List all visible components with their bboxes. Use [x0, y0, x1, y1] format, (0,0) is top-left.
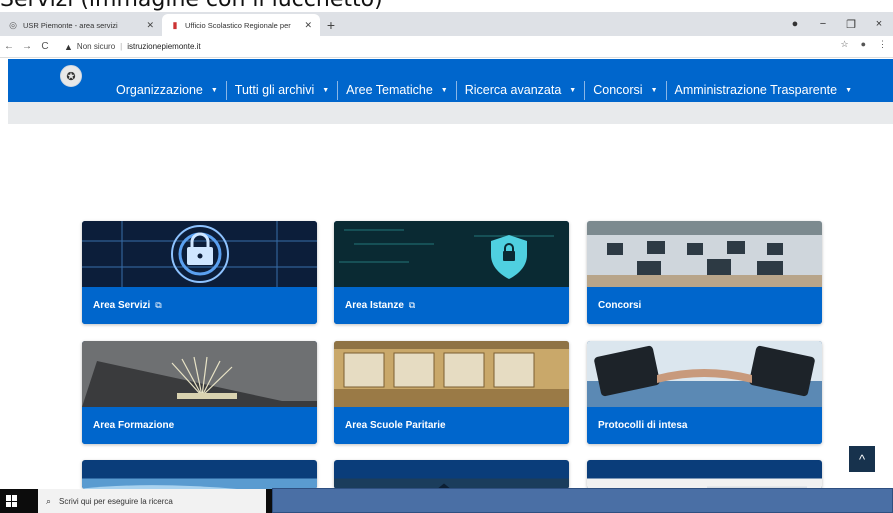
back-icon[interactable]: ← — [0, 41, 18, 52]
windows-start-icon[interactable] — [6, 495, 18, 507]
tile-area-scuole-paritarie[interactable]: Area Scuole Paritarie — [334, 341, 569, 444]
computer-lab-image — [587, 221, 822, 287]
menu-item-aree-tematiche[interactable]: Aree Tematiche ▼ — [338, 80, 457, 100]
browser-tab-bar: ◎ USR Piemonte - area servizi ✕ ▮ Uffici… — [0, 12, 893, 36]
external-link-icon: ⧉ — [408, 300, 416, 310]
tab-title: USR Piemonte - area servizi — [23, 20, 118, 30]
tile-label: Area Istanze — [345, 300, 404, 311]
star-icon[interactable]: ☆ — [840, 39, 848, 50]
chevron-down-icon: ▼ — [845, 86, 853, 94]
globe-icon: ◎ — [9, 20, 17, 30]
search-placeholder: Scrivi qui per eseguire la ricerca — [59, 496, 173, 506]
tile-area-istanze[interactable]: Area Istanze ⧉ — [334, 221, 569, 324]
reload-icon[interactable]: C — [36, 41, 54, 52]
browser-tab-1[interactable]: ◎ USR Piemonte - area servizi ✕ — [0, 14, 162, 36]
menu-label: Organizzazione — [116, 83, 203, 97]
menu-label: Ricerca avanzata — [464, 83, 562, 97]
browser-tab-2[interactable]: ▮ Ufficio Scolastico Regionale per ✕ — [162, 14, 320, 36]
forward-icon[interactable]: → — [18, 41, 36, 52]
shield-image — [334, 221, 569, 287]
menu-item-ricerca[interactable]: Ricerca avanzata ▼ — [457, 80, 586, 100]
minimize-button[interactable]: − — [809, 18, 837, 30]
tab-title: Ufficio Scolastico Regionale per — [185, 20, 291, 30]
menu-item-archivi[interactable]: Tutti gli archivi ▼ — [227, 80, 339, 100]
emblem-logo[interactable]: ✪ — [60, 65, 82, 87]
menu-label: Aree Tematiche — [346, 83, 433, 97]
school-hall-image — [334, 341, 569, 407]
chevron-down-icon: ▼ — [322, 86, 330, 94]
tile-footer: Area Formazione — [82, 407, 317, 444]
profile-icon[interactable]: ● — [861, 39, 866, 50]
tile-label: Area Scuole Paritarie — [345, 420, 446, 431]
overlay-panel — [272, 488, 893, 513]
close-window-button[interactable]: × — [865, 18, 893, 30]
back-to-top-button[interactable]: ^ — [849, 446, 875, 472]
tile-image — [587, 478, 822, 489]
tile-footer: Area Servizi ⧉ — [82, 287, 317, 324]
tile-concorsi[interactable]: Concorsi — [587, 221, 822, 324]
security-label: Non sicuro — [76, 42, 116, 51]
menu-item-organizzazione[interactable]: Organizzazione ▼ — [108, 80, 227, 100]
menu-item-trasparente[interactable]: Amministrazione Trasparente ▼ — [667, 81, 861, 100]
url-text: istruzionepiemonte.it — [127, 42, 201, 51]
tile-image — [334, 478, 569, 489]
tile-area-servizi[interactable]: Area Servizi ⧉ — [82, 221, 317, 324]
tile-label: Area Formazione — [93, 420, 175, 431]
main-menu: Organizzazione ▼ Tutti gli archivi ▼ Aree … — [108, 79, 860, 101]
close-icon[interactable]: ✕ — [304, 20, 312, 31]
caption-text: Servizi (immagine con il lucchetto) — [0, 0, 893, 12]
tile-footer: Area Scuole Paritarie — [334, 407, 569, 444]
restore-button[interactable]: ❐ — [837, 18, 865, 31]
chevron-down-icon: ▼ — [210, 86, 218, 94]
handshake-image — [587, 341, 822, 407]
chevron-down-icon: ▼ — [569, 86, 577, 94]
tile-partial-1[interactable] — [82, 460, 317, 489]
external-link-icon: ⧉ — [155, 300, 162, 310]
tile-area-formazione[interactable]: Area Formazione — [82, 341, 317, 444]
tile-label: Area Servizi — [93, 300, 151, 311]
menu-label: Concorsi — [593, 83, 643, 97]
menu-label: Amministrazione Trasparente — [674, 83, 838, 97]
warning-icon: ▲ — [64, 41, 73, 52]
window-controls: ● − ❐ × — [781, 12, 893, 36]
search-icon: ⌕ — [46, 495, 52, 506]
menu-icon[interactable]: ⋮ — [878, 39, 887, 50]
tile-protocolli-intesa[interactable]: Protocolli di intesa — [587, 341, 822, 444]
padlock-image — [82, 221, 317, 287]
close-icon[interactable]: ✕ — [146, 20, 154, 31]
toolbar-icons: ☆ ● ⋮ — [840, 39, 887, 50]
tile-partial-3[interactable] — [587, 460, 822, 489]
tile-label: Protocolli di intesa — [598, 420, 688, 431]
tile-footer: Area Istanze ⧉ — [334, 287, 569, 324]
chevron-down-icon: ▼ — [440, 86, 448, 94]
record-icon[interactable]: ● — [781, 18, 809, 30]
tile-footer: Protocolli di intesa — [587, 407, 822, 444]
site-navbar: ✪ Organizzazione ▼ Tutti gli archivi ▼ Are… — [8, 59, 893, 102]
tile-partial-2[interactable] — [334, 460, 569, 489]
tile-footer: Concorsi — [587, 287, 822, 324]
menu-label: Tutti gli archivi — [234, 83, 315, 97]
tile-image — [82, 478, 317, 489]
new-tab-button[interactable]: + — [320, 14, 342, 36]
address-bar: ← → C ▲ Non sicuro | istruzionepiemonte.… — [0, 36, 893, 58]
separator: | — [120, 42, 123, 51]
chevron-down-icon: ▼ — [650, 86, 658, 94]
taskbar-search-field[interactable]: ⌕ Scrivi qui per eseguire la ricerca — [38, 489, 266, 513]
url-field[interactable]: ▲ Non sicuro | istruzionepiemonte.it — [60, 38, 850, 56]
laptop-book-image — [82, 341, 317, 407]
menu-item-concorsi[interactable]: Concorsi ▼ — [585, 80, 667, 100]
tile-label: Concorsi — [598, 300, 642, 311]
sub-bar — [8, 102, 893, 124]
site-icon: ▮ — [172, 20, 178, 30]
